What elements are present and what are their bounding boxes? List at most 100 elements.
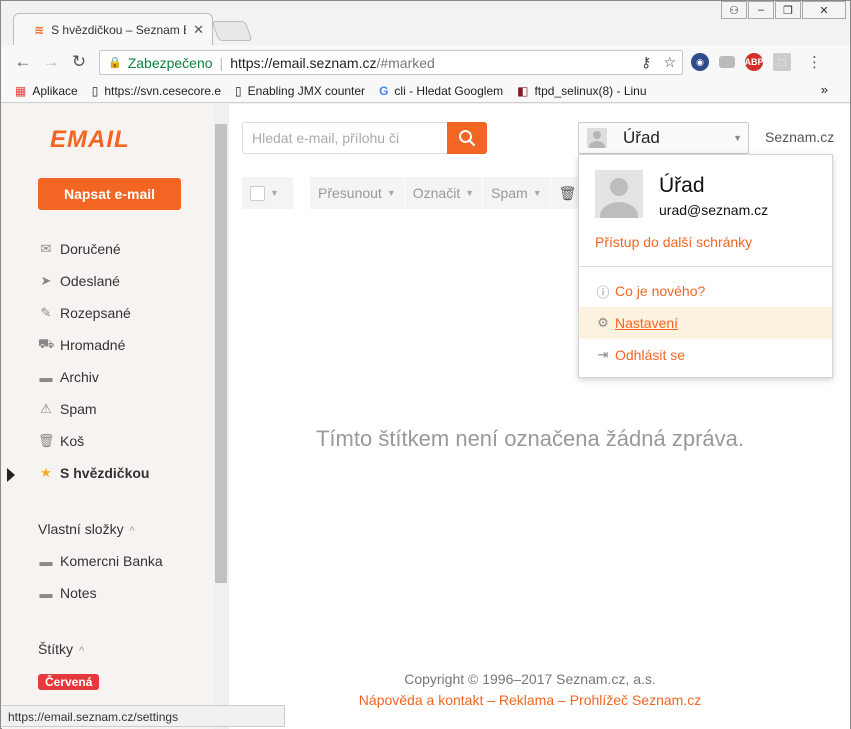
cart-icon: ⛟ [38, 336, 55, 351]
trash-icon: 🗑 [38, 433, 55, 448]
folder-inbox[interactable]: ✉ Doručené [38, 238, 121, 260]
bookmark-star-icon[interactable]: ☆ [663, 54, 676, 71]
bookmark-label: ftpd_selinux(8) - Linu [534, 83, 647, 98]
active-folder-marker [7, 468, 15, 482]
address-bar[interactable]: 🔒 Zabezpečeno | https://email.seznam.cz … [99, 50, 683, 75]
empty-message: Tímto štítkem není označena žádná zpráva… [315, 426, 744, 451]
sidebar-scrollbar-thumb[interactable] [215, 124, 227, 583]
star-icon: ★ [40, 465, 52, 480]
key-icon[interactable]: ⚷ [641, 54, 651, 71]
webpage: EMAIL Napsat e-mail ✉ Doručené ➤ Odeslan… [2, 104, 850, 729]
compose-button[interactable]: Napsat e-mail [38, 178, 181, 210]
folder-label: Koš [60, 433, 85, 449]
window-controls: ⚇ – ❐ ✕ [720, 1, 846, 19]
whats-new-item[interactable]: ⓘ Co je nového? [579, 275, 832, 307]
forward-arrow-icon[interactable]: → [41, 52, 61, 72]
profile-icon[interactable]: ⚇ [721, 1, 747, 19]
gear-icon: ⚙ [597, 315, 609, 330]
bookmarks-bar: ▦ Aplikace ▯ https://svn.cesecore.e ▯ En… [1, 79, 850, 103]
browser-toolbar: ← → ↻ 🔒 Zabezpečeno | https://email.sezn… [1, 45, 850, 79]
folder-label: S hvězdičkou [60, 465, 150, 481]
reload-icon[interactable]: ↻ [69, 52, 89, 72]
active-tab[interactable]: ≋ S hvězdičkou – Seznam E ✕ [13, 13, 213, 45]
info-icon: ⓘ [596, 284, 610, 300]
spam-button[interactable]: Spam ▼ [483, 177, 551, 209]
bookmark-ftpd[interactable]: ◧ ftpd_selinux(8) - Linu [517, 84, 646, 98]
folder-bulk[interactable]: ⛟ Hromadné [38, 334, 125, 356]
mark-button[interactable]: Označit ▼ [404, 177, 484, 209]
tab-strip: ≋ S hvězdičkou – Seznam E ✕ ⚇ – ❐ ✕ [1, 1, 850, 45]
move-button[interactable]: Přesunout ▼ [310, 177, 405, 209]
folder-komercni-banka[interactable]: ▬ Komercni Banka [38, 550, 163, 572]
bookmark-jmx[interactable]: ▯ Enabling JMX counter [235, 84, 365, 98]
menu-label: Odhlásit se [615, 347, 686, 363]
extension-pdf-icon[interactable]: ⬚ [773, 53, 791, 71]
folder-label: Spam [60, 401, 97, 417]
bookmarks-overflow-icon[interactable]: » [821, 82, 828, 97]
search-input[interactable]: Hledat e-mail, přílohu či [242, 122, 448, 154]
page-icon: ▯ [91, 83, 99, 98]
labels-heading[interactable]: Štítky ^ [38, 641, 84, 657]
footer: Copyright © 1996–2017 Seznam.cz, a.s. Ná… [230, 669, 830, 711]
mark-label: Označit [412, 185, 461, 201]
paper-plane-icon: ➤ [40, 273, 52, 288]
folder-notes[interactable]: ▬ Notes [38, 582, 97, 604]
bookmark-apps[interactable]: ▦ Aplikace [15, 84, 78, 98]
dropdown-divider [579, 266, 832, 267]
caret-down-icon: ▼ [465, 188, 475, 198]
move-label: Přesunout [318, 185, 382, 201]
restore-button[interactable]: ❐ [775, 1, 801, 19]
section-title: Štítky [38, 641, 74, 657]
doc-icon: ◧ [517, 83, 529, 98]
folder-label: Rozepsané [60, 305, 131, 321]
search-button[interactable] [447, 122, 487, 154]
menu-kebab-icon[interactable]: ⋮ [807, 53, 822, 71]
checkbox[interactable] [250, 185, 265, 201]
archive-icon: ▬ [39, 369, 53, 385]
avatar-icon [587, 128, 607, 148]
new-tab-button[interactable] [211, 21, 253, 41]
bookmark-google[interactable]: G cli - Hledat Googlem [379, 84, 503, 98]
url-path: /#marked [376, 54, 435, 71]
logout-icon: ⇥ [597, 347, 609, 362]
back-arrow-icon[interactable]: ← [13, 52, 33, 72]
caret-down-icon: ▼ [270, 188, 279, 198]
account-name: Úřad [623, 128, 660, 147]
caret-down-icon: ▼ [733, 133, 742, 143]
edit-icon: ✎ [40, 305, 52, 320]
folder-label: Notes [60, 585, 97, 601]
footer-links[interactable]: Nápověda a kontakt – Reklama – Prohlížeč… [230, 690, 830, 711]
address-separator: | [219, 54, 224, 71]
menu-label: Co je nového? [615, 283, 706, 299]
account-email: urad@seznam.cz [659, 202, 769, 218]
close-window-button[interactable]: ✕ [802, 1, 846, 19]
select-all-checkbox[interactable]: ▼ [242, 177, 294, 209]
folder-archive[interactable]: ▬ Archiv [38, 366, 99, 388]
account-button[interactable]: Úřad ▼ [578, 122, 749, 154]
custom-folders-heading[interactable]: Vlastní složky ^ [38, 521, 135, 537]
url-host: https://email.seznam.cz [230, 54, 377, 71]
email-logo[interactable]: EMAIL [50, 126, 130, 154]
access-other-mailbox-link[interactable]: Přístup do další schránky [595, 234, 752, 250]
seznam-link[interactable]: Seznam.cz [765, 129, 834, 145]
extension-card-icon[interactable] [719, 56, 735, 68]
folder-drafts[interactable]: ✎ Rozepsané [38, 302, 131, 324]
settings-item[interactable]: ⚙ Nastavení [579, 307, 832, 339]
folder-spam[interactable]: ⚠ Spam [38, 398, 97, 420]
label-red-badge[interactable]: Červená [38, 674, 100, 690]
message-actions: ▼ Přesunout ▼ Označit ▼ Spam ▼ 🗑 [242, 177, 586, 209]
omnibox-actions: ⚷ ☆ [641, 54, 676, 71]
folder-starred[interactable]: ★ S hvězdičkou [38, 462, 149, 484]
extension-globe-icon[interactable]: ◉ [691, 53, 709, 71]
minimize-button[interactable]: – [748, 1, 774, 19]
caret-down-icon: ▼ [386, 188, 396, 198]
bookmark-svn[interactable]: ▯ https://svn.cesecore.e [92, 84, 221, 98]
tab-close-icon[interactable]: ✕ [193, 22, 204, 38]
folder-trash[interactable]: 🗑 Koš [38, 430, 84, 452]
logout-item[interactable]: ⇥ Odhlásit se [579, 339, 832, 371]
status-bar: https://email.seznam.cz/settings [2, 705, 285, 727]
adblock-icon[interactable]: ABP [745, 53, 764, 71]
folder-sent[interactable]: ➤ Odeslané [38, 270, 120, 292]
chevron-up-icon: ^ [129, 525, 135, 537]
account-dropdown: Úřad urad@seznam.cz Přístup do další sch… [578, 154, 833, 378]
